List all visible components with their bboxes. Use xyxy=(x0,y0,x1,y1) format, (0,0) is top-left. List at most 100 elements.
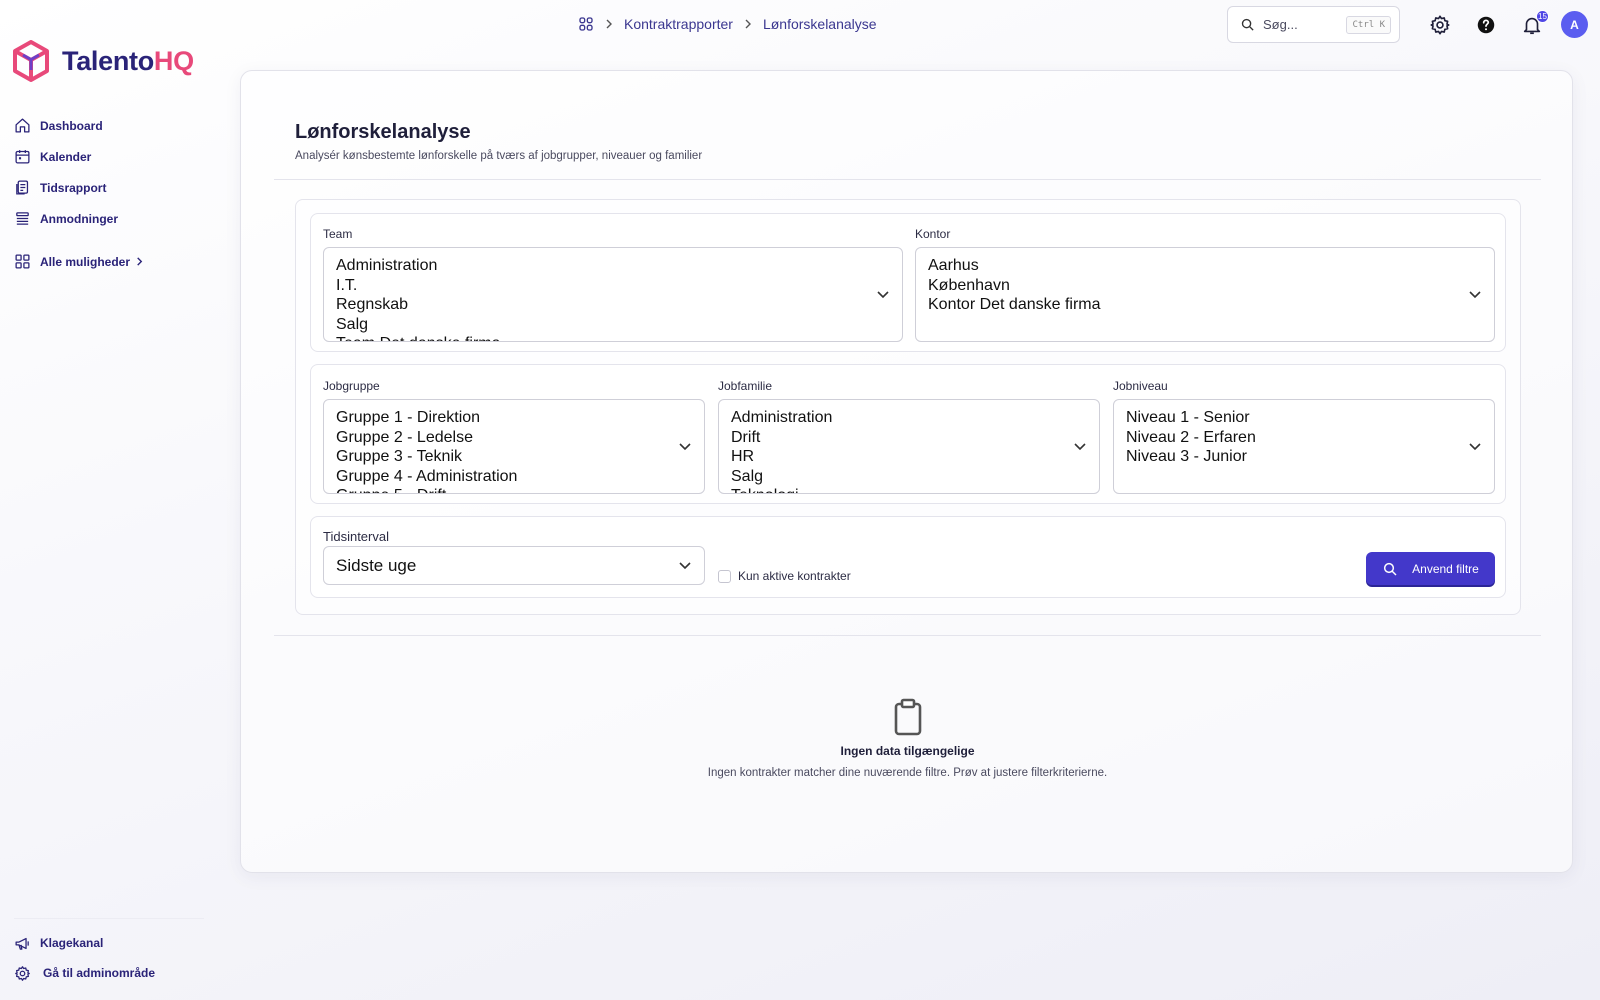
gear-icon xyxy=(15,965,30,981)
sidebar-item-alle-muligheder[interactable]: Alle muligheder xyxy=(14,246,144,277)
sidebar-item-label: Klagekanal xyxy=(40,936,104,950)
chevron-down-icon xyxy=(1469,442,1481,450)
sidebar-item-anmodninger[interactable]: Anmodninger xyxy=(14,203,144,234)
kontor-option[interactable]: Aarhus xyxy=(928,256,1482,276)
team-option[interactable]: Administration xyxy=(336,256,890,276)
filter-group-time: Tidsinterval Sidste uge Kun aktive kontr… xyxy=(310,516,1506,598)
sidebar-item-label: Alle muligheder xyxy=(40,254,131,269)
brand-logo[interactable]: TalentoHQ xyxy=(12,40,194,82)
jobfamilie-option[interactable]: Administration xyxy=(731,408,1087,428)
team-field: Team Administration I.T. Regnskab Salg T… xyxy=(323,227,903,342)
sidebar-item-adminomraade[interactable]: Gå til adminområde xyxy=(14,958,155,988)
jobgruppe-option[interactable]: Gruppe 4 - Administration xyxy=(336,467,692,487)
active-only-label: Kun aktive kontrakter xyxy=(738,569,851,583)
notification-count-badge: 15 xyxy=(1536,10,1549,23)
kontor-label: Kontor xyxy=(915,227,951,241)
jobniveau-option[interactable]: Niveau 1 - Senior xyxy=(1126,408,1482,428)
team-option[interactable]: Regnskab xyxy=(336,295,890,315)
chevron-down-icon xyxy=(679,442,691,450)
home-icon xyxy=(15,118,30,133)
filter-group-job: Jobgruppe Gruppe 1 - Direktion Gruppe 2 … xyxy=(310,364,1506,504)
jobgruppe-option[interactable]: Gruppe 5 - Drift xyxy=(336,486,692,493)
main-nav: Dashboard Kalender Tidsrapport Anmodning… xyxy=(14,110,144,277)
jobniveau-multiselect[interactable]: Niveau 1 - Senior Niveau 2 - Erfaren Niv… xyxy=(1113,399,1495,494)
list-icon xyxy=(16,212,29,225)
document-icon xyxy=(16,180,29,195)
team-multiselect[interactable]: Administration I.T. Regnskab Salg Team D… xyxy=(323,247,903,342)
jobniveau-option[interactable]: Niveau 3 - Junior xyxy=(1126,447,1482,467)
cube-logo-icon xyxy=(13,40,49,82)
main-card: Lønforskelanalyse Analysér kønsbestemte … xyxy=(240,70,1573,873)
tidsinterval-field: Tidsinterval Sidste uge xyxy=(323,529,705,585)
chevron-down-icon xyxy=(1469,290,1481,298)
sidebar-divider xyxy=(14,918,204,919)
sidebar: TalentoHQ Dashboard Kalender Tidsrapport… xyxy=(0,0,210,1000)
checkbox-box[interactable] xyxy=(718,569,731,583)
filter-group-location: Team Administration I.T. Regnskab Salg T… xyxy=(310,213,1506,352)
breadcrumb-item-kontraktrapporter[interactable]: Kontraktrapporter xyxy=(624,16,733,32)
chevron-down-icon xyxy=(679,561,691,569)
megaphone-icon xyxy=(15,937,29,950)
kontor-option[interactable]: København xyxy=(928,276,1482,296)
sidebar-item-tidsrapport[interactable]: Tidsrapport xyxy=(14,172,144,203)
sidebar-item-dashboard[interactable]: Dashboard xyxy=(14,110,144,141)
tidsinterval-label: Tidsinterval xyxy=(323,529,389,544)
active-only-checkbox[interactable]: Kun aktive kontrakter xyxy=(718,569,851,583)
sidebar-item-klagekanal[interactable]: Klagekanal xyxy=(14,928,155,958)
page-subtitle: Analysér kønsbestemte lønforskelle på tv… xyxy=(295,150,703,162)
filter-panel: Team Administration I.T. Regnskab Salg T… xyxy=(295,199,1521,615)
help-icon[interactable] xyxy=(1475,14,1497,36)
chevron-down-icon xyxy=(877,290,889,298)
jobfamilie-option[interactable]: Teknologi xyxy=(731,486,1087,493)
jobfamilie-option[interactable]: Drift xyxy=(731,428,1087,448)
jobfamilie-option[interactable]: HR xyxy=(731,447,1087,467)
jobfamilie-field: Jobfamilie Administration Drift HR Salg … xyxy=(718,379,1100,494)
grid-icon xyxy=(15,254,30,269)
jobniveau-option[interactable]: Niveau 2 - Erfaren xyxy=(1126,428,1482,448)
avatar[interactable]: A xyxy=(1561,11,1588,38)
sidebar-item-label: Anmodninger xyxy=(40,211,118,226)
sidebar-item-label: Dashboard xyxy=(40,118,103,133)
team-label: Team xyxy=(323,227,353,241)
breadcrumb: Kontraktrapporter Lønforskelanalyse xyxy=(578,16,877,32)
breadcrumb-item-current[interactable]: Lønforskelanalyse xyxy=(763,16,877,32)
apply-filters-button[interactable]: Anvend filtre xyxy=(1366,552,1495,585)
brand-name: TalentoHQ xyxy=(62,45,194,76)
team-option[interactable]: Salg xyxy=(336,315,890,335)
chevron-down-icon xyxy=(1074,442,1086,450)
jobgruppe-option[interactable]: Gruppe 1 - Direktion xyxy=(336,408,692,428)
team-option[interactable]: Team Det danske firma xyxy=(336,334,890,341)
jobgruppe-multiselect[interactable]: Gruppe 1 - Direktion Gruppe 2 - Ledelse … xyxy=(323,399,705,494)
jobfamilie-option[interactable]: Salg xyxy=(731,467,1087,487)
page-title: Lønforskelanalyse xyxy=(295,121,471,143)
tidsinterval-select[interactable]: Sidste uge xyxy=(323,546,705,585)
jobfamilie-label: Jobfamilie xyxy=(718,379,773,393)
kontor-multiselect[interactable]: Aarhus København Kontor Det danske firma xyxy=(915,247,1495,342)
sidebar-item-kalender[interactable]: Kalender xyxy=(14,141,144,172)
apply-filters-label: Anvend filtre xyxy=(1412,561,1479,576)
empty-state-title: Ingen data tilgængelige xyxy=(840,744,975,758)
jobniveau-field: Jobniveau Niveau 1 - Senior Niveau 2 - E… xyxy=(1113,379,1495,494)
chevron-right-icon xyxy=(606,19,612,29)
search-icon xyxy=(1384,562,1397,576)
empty-state-description: Ingen kontrakter matcher dine nuværende … xyxy=(707,767,1108,779)
kontor-option[interactable]: Kontor Det danske firma xyxy=(928,295,1482,315)
team-option[interactable]: I.T. xyxy=(336,276,890,296)
sidebar-item-label: Tidsrapport xyxy=(40,180,107,195)
clipboard-icon xyxy=(894,698,921,736)
jobfamilie-multiselect[interactable]: Administration Drift HR Salg Teknologi xyxy=(718,399,1100,494)
sidebar-item-label: Kalender xyxy=(40,149,92,164)
search-icon xyxy=(1241,18,1254,31)
sidebar-bottom-nav: Klagekanal Gå til adminområde xyxy=(14,928,155,988)
apps-grid-icon[interactable] xyxy=(578,16,594,32)
search-input[interactable]: Søg... Ctrl K xyxy=(1227,6,1400,43)
empty-state: Ingen data tilgængelige Ingen kontrakter… xyxy=(241,698,1574,779)
divider xyxy=(274,635,1541,636)
settings-gear-icon[interactable] xyxy=(1429,14,1451,36)
tidsinterval-value: Sidste uge xyxy=(336,555,417,575)
jobgruppe-option[interactable]: Gruppe 3 - Teknik xyxy=(336,447,692,467)
chevron-right-icon xyxy=(745,19,751,29)
jobgruppe-option[interactable]: Gruppe 2 - Ledelse xyxy=(336,428,692,448)
calendar-icon xyxy=(15,150,30,164)
jobgruppe-label: Jobgruppe xyxy=(323,379,380,393)
